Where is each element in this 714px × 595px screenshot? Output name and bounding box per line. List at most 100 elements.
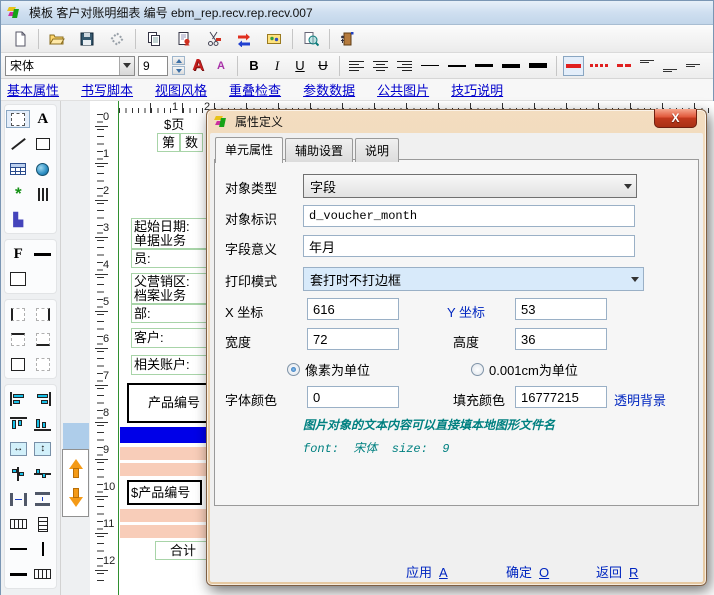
x-coord-input[interactable]: 616 — [307, 298, 399, 320]
insert-image-button[interactable] — [259, 27, 289, 51]
size-up-button[interactable] — [172, 56, 185, 65]
fill-color-input[interactable]: 16777215 — [515, 386, 607, 408]
fit-height-button[interactable]: ↕ — [31, 440, 55, 458]
space-horizontal-button[interactable] — [6, 490, 30, 508]
image-tool-button[interactable] — [31, 160, 55, 178]
save-button[interactable] — [72, 27, 102, 51]
return-button[interactable]: 返回R — [596, 562, 638, 581]
label-cell[interactable]: 起始日期: 单据业务 — [131, 218, 209, 249]
band-selection-marker[interactable] — [63, 423, 89, 449]
italic-button[interactable]: I — [267, 56, 287, 76]
horizontal-line-button[interactable] — [6, 540, 30, 558]
hline-tool-button[interactable] — [31, 245, 55, 263]
border-none-button[interactable] — [31, 355, 55, 373]
exit-button[interactable] — [333, 27, 363, 51]
swap-lines-button[interactable] — [229, 27, 259, 51]
menu-overlap-check[interactable]: 重叠检查 — [229, 80, 281, 99]
width-input[interactable]: 72 — [307, 328, 399, 350]
menu-basic-properties[interactable]: 基本属性 — [7, 80, 59, 99]
line-style-solid-button[interactable] — [563, 56, 584, 76]
total-cell[interactable]: 合计 — [155, 541, 211, 560]
font-name-dropdown-button[interactable] — [119, 57, 134, 75]
apply-button[interactable]: 应用A — [406, 562, 448, 581]
align-center-button[interactable] — [370, 56, 391, 76]
vertical-line-button[interactable] — [31, 540, 55, 558]
transparent-bg-link[interactable]: 透明背景 — [614, 390, 666, 409]
selected-row-band[interactable] — [120, 427, 217, 443]
align-objects-top-button[interactable] — [6, 415, 30, 433]
border-right-button[interactable] — [31, 305, 55, 323]
border-all-button[interactable] — [6, 355, 30, 373]
print-mode-select[interactable]: 套打时不打边框 — [303, 267, 644, 291]
label-cell[interactable]: 父营销区: 档案业务 — [131, 273, 209, 304]
fit-width-button[interactable]: ↔ — [6, 440, 30, 458]
y-coord-input[interactable]: 53 — [515, 298, 607, 320]
menu-write-script[interactable]: 书写脚本 — [81, 80, 133, 99]
tab-cell-properties[interactable]: 单元属性 — [215, 137, 283, 163]
menu-parameter-data[interactable]: 参数数据 — [303, 80, 355, 99]
header-cell[interactable]: 数 — [180, 133, 203, 152]
print-button[interactable] — [102, 27, 132, 51]
menu-tips[interactable]: 技巧说明 — [451, 80, 503, 99]
align-objects-right-button[interactable] — [31, 390, 55, 408]
field-tool-button[interactable]: F — [6, 245, 30, 263]
strikethrough-button[interactable]: U — [313, 56, 333, 76]
move-up-arrow-icon[interactable] — [69, 459, 83, 479]
grow-font-button[interactable]: A — [188, 56, 208, 76]
valign-middle-button[interactable] — [683, 56, 703, 76]
extra-grid-button[interactable] — [31, 565, 55, 583]
rectangle-tool-button[interactable] — [31, 135, 55, 153]
row-band[interactable] — [120, 463, 217, 476]
cut-button[interactable] — [199, 27, 229, 51]
line-width-5-button[interactable] — [526, 56, 550, 76]
row-band[interactable] — [120, 509, 217, 522]
line-width-1-button[interactable] — [418, 56, 442, 76]
tab-description[interactable]: 说明 — [355, 138, 399, 162]
text-tool-button[interactable]: A — [31, 110, 55, 128]
bold-button[interactable]: B — [244, 56, 264, 76]
center-vertical-button[interactable] — [31, 465, 55, 483]
open-button[interactable] — [42, 27, 72, 51]
unit-pixel-radio[interactable]: 像素为单位 — [287, 360, 370, 379]
debug-tool-button[interactable]: * — [6, 185, 30, 203]
align-objects-left-button[interactable] — [6, 390, 30, 408]
space-vertical-button[interactable] — [31, 490, 55, 508]
line-width-2-button[interactable] — [445, 56, 469, 76]
object-type-select[interactable]: 字段 — [303, 174, 637, 198]
dialog-title-bar[interactable]: 属性定义 — [207, 110, 706, 133]
valign-bottom-button[interactable] — [660, 56, 680, 76]
object-id-input[interactable]: d_voucher_month — [303, 205, 635, 227]
close-button[interactable]: X — [654, 109, 697, 128]
new-button[interactable] — [5, 27, 35, 51]
preview-button[interactable] — [296, 27, 326, 51]
object-type-dropdown-button[interactable] — [619, 175, 636, 197]
copy-button[interactable] — [139, 27, 169, 51]
label-cell[interactable]: 客户: — [131, 328, 209, 348]
table-tool-button[interactable] — [6, 160, 30, 178]
align-objects-bottom-button[interactable] — [31, 415, 55, 433]
move-down-arrow-icon[interactable] — [69, 487, 83, 507]
table-columns-button[interactable] — [6, 515, 30, 533]
menu-shared-images[interactable]: 公共图片 — [377, 80, 429, 99]
row-band[interactable] — [120, 525, 217, 538]
font-name-select[interactable]: 宋体 — [5, 56, 135, 76]
extra-line-button[interactable] — [6, 565, 30, 583]
border-left-button[interactable] — [6, 305, 30, 323]
line-width-3-button[interactable] — [472, 56, 496, 76]
align-right-button[interactable] — [394, 56, 415, 76]
height-input[interactable]: 36 — [515, 328, 607, 350]
label-cell[interactable]: 员: — [131, 249, 209, 268]
size-down-button[interactable] — [172, 66, 185, 75]
select-tool-button[interactable] — [6, 110, 30, 128]
menu-view-style[interactable]: 视图风格 — [155, 80, 207, 99]
unit-cm-radio[interactable]: 0.001cm为单位 — [471, 360, 578, 379]
label-cell[interactable]: 相关账户: — [131, 355, 209, 375]
title-bar[interactable]: 模板 客户对账明细表 编号 ebm_rep.recv.rep.recv.007 — [1, 1, 713, 25]
field-meaning-input[interactable]: 年月 — [303, 235, 635, 257]
border-top-button[interactable] — [6, 330, 30, 348]
columns-tool-button[interactable] — [31, 185, 55, 203]
align-left-button[interactable] — [346, 56, 367, 76]
print-mode-dropdown-button[interactable] — [626, 268, 643, 290]
page-var-cell[interactable]: $页 — [164, 117, 204, 133]
line-style-dashed-button[interactable] — [614, 56, 634, 76]
